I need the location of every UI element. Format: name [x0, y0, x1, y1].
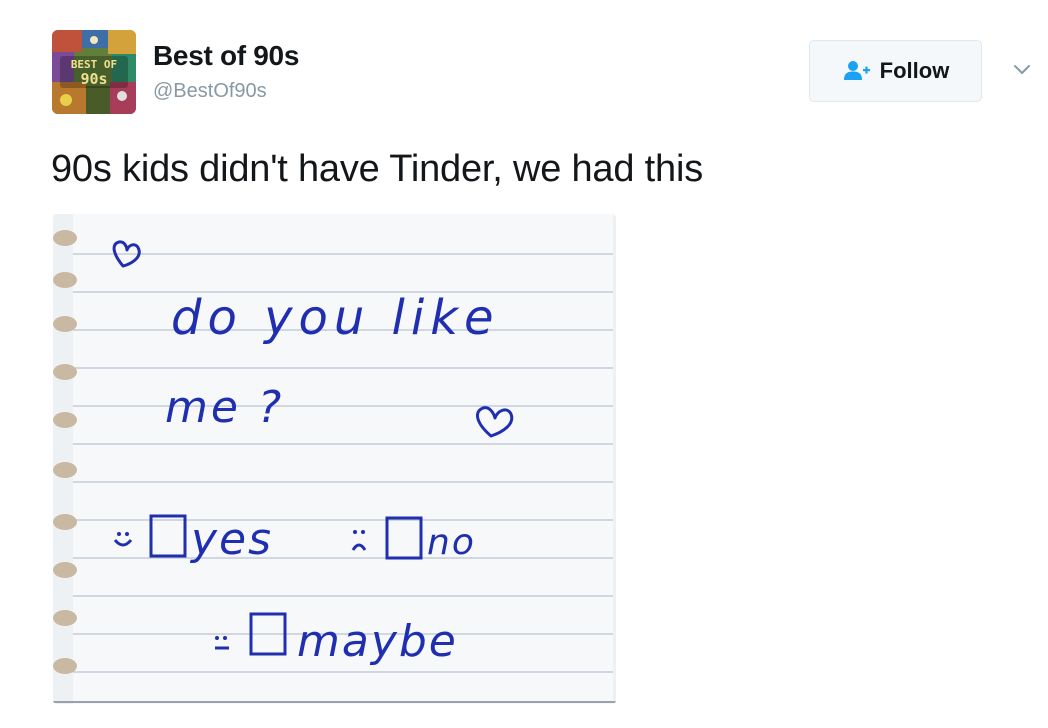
note-illustration: do you like me ? yes no maybe: [53, 214, 616, 704]
tweet-card: BEST OF 90s Best of 90s @BestOf90s Follo…: [0, 0, 1048, 728]
avatar[interactable]: BEST OF 90s: [52, 30, 136, 114]
tweet-text: 90s kids didn't have Tinder, we had this: [51, 148, 703, 190]
note-line-question: do you like: [171, 290, 500, 346]
avatar-label-line2: 90s: [80, 70, 107, 88]
option-no-label: no: [427, 522, 476, 563]
tweet-photo[interactable]: do you like me ? yes no maybe: [53, 214, 616, 704]
chevron-down-icon[interactable]: [1008, 60, 1036, 80]
display-name[interactable]: Best of 90s: [153, 40, 299, 72]
user-handle[interactable]: @BestOf90s: [153, 80, 267, 103]
follow-person-plus-icon: [842, 60, 872, 82]
note-line-me: me ?: [165, 382, 284, 433]
option-yes-label: yes: [189, 514, 273, 565]
follow-button[interactable]: Follow: [809, 40, 982, 102]
option-maybe-label: maybe: [297, 616, 458, 667]
avatar-image: BEST OF 90s: [52, 30, 136, 114]
follow-label: Follow: [879, 58, 950, 83]
